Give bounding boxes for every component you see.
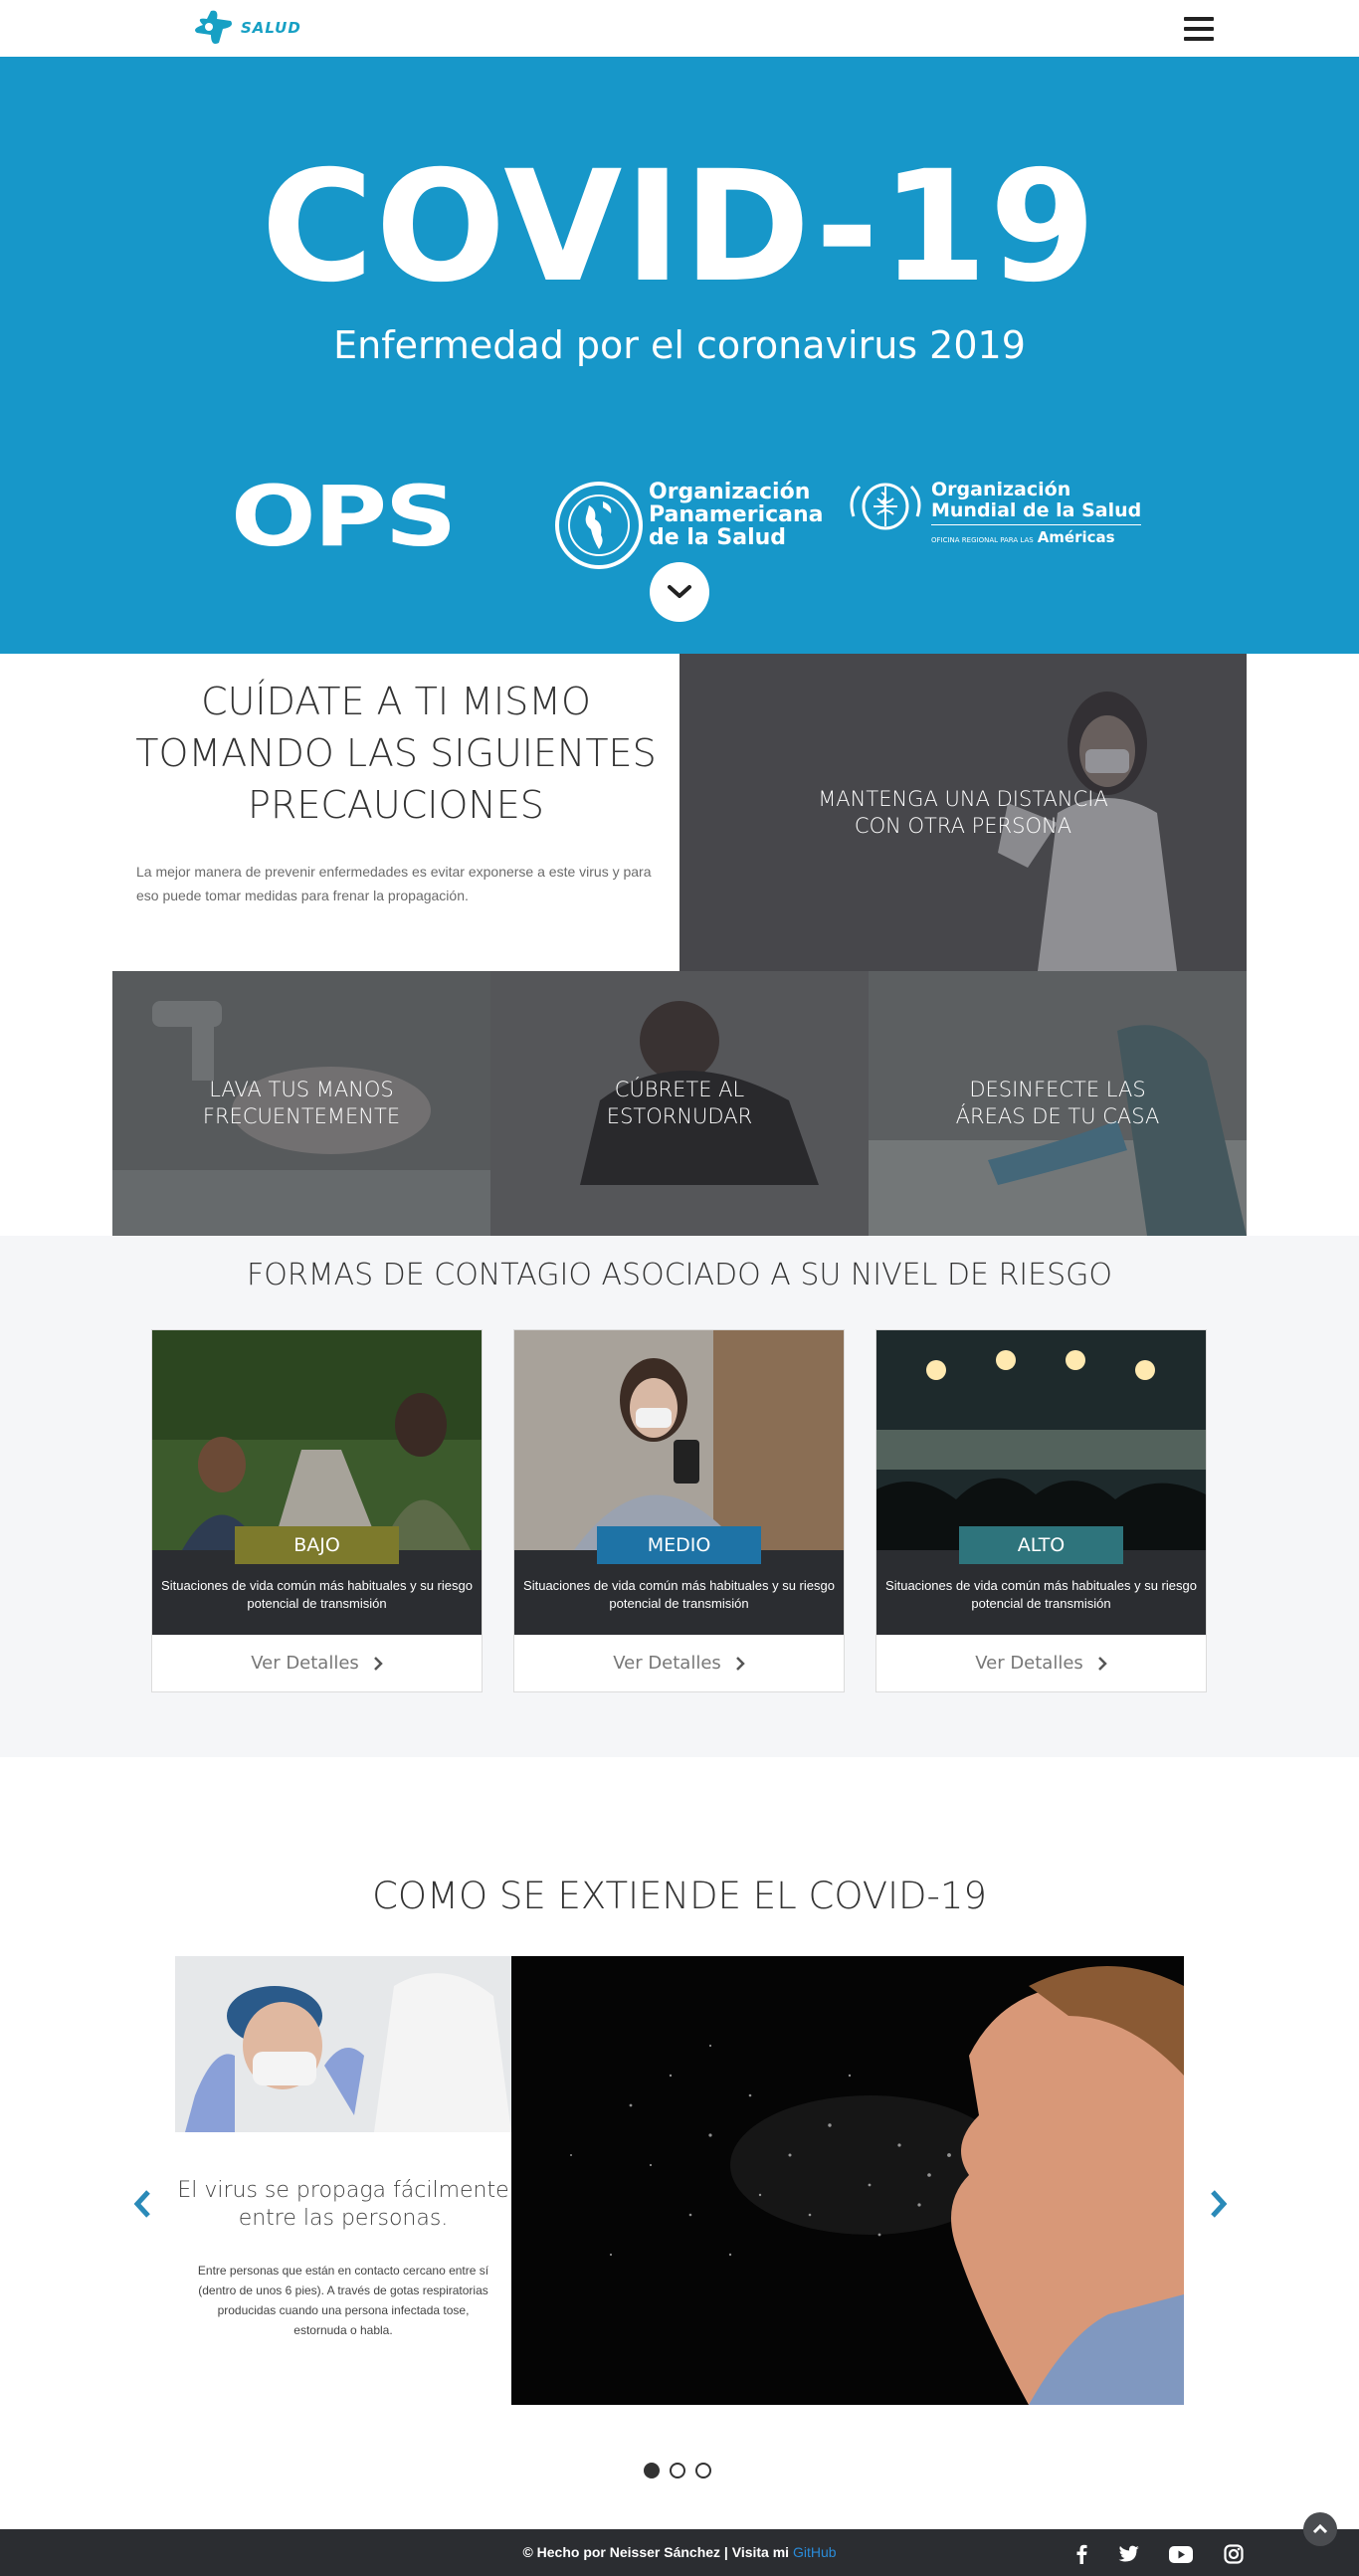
precautions-section: CUÍDATE A TI MISMO TOMANDO LAS SIGUIENTE… <box>112 654 1247 1236</box>
slide-description: Entre personas que están en contacto cer… <box>197 2264 489 2337</box>
footer-credits: © Hecho por Neisser Sánchez | Visita mi … <box>0 2544 1359 2560</box>
risk-card-high-image <box>876 1330 1206 1550</box>
carousel-next-button[interactable] <box>1204 2184 1234 2224</box>
precautions-title: CUÍDATE A TI MISMO TOMANDO LAS SIGUIENTE… <box>135 680 657 827</box>
risk-card-high-details-link[interactable]: Ver Detalles <box>876 1635 1206 1691</box>
carousel-dot-3[interactable] <box>695 2463 711 2478</box>
risk-card-low: BAJO Situaciones de vida común más habit… <box>151 1329 483 1692</box>
risk-card-high-text: Situaciones de vida común más habituales… <box>885 1578 1197 1611</box>
who-regional-name: Américas <box>1037 528 1115 546</box>
carousel-dot-2[interactable] <box>670 2463 685 2478</box>
risk-badge-medium: MEDIO <box>597 1526 761 1564</box>
chevron-left-icon <box>133 2190 150 2218</box>
who-emblem-icon <box>850 483 921 530</box>
tile-disinfect-home-label: DESINFECTE LAS ÁREAS DE TU CASA <box>955 1078 1160 1128</box>
details-link-label: Ver Detalles <box>251 1653 359 1674</box>
youtube-icon[interactable] <box>1168 2541 1194 2567</box>
hero-title: COVID-19 <box>261 138 1098 316</box>
spread-carousel: El virus se propaga fácilmente entre las… <box>175 1956 1184 2405</box>
brand-text: SALUD <box>241 19 301 37</box>
risk-card-medium: MEDIO Situaciones de vida común más habi… <box>513 1329 845 1692</box>
ops-logo: OPS <box>231 468 457 565</box>
risk-title: FORMAS DE CONTAGIO ASOCIADO A SU NIVEL D… <box>246 1258 1113 1292</box>
tile-cover-sneeze-label: CÚBRETE AL ESTORNUDAR <box>606 1078 753 1128</box>
risk-card-medium-text: Situaciones de vida común más habituales… <box>523 1578 835 1611</box>
facebook-icon[interactable] <box>1068 2541 1094 2567</box>
man-sneezing-photo <box>511 1956 1184 2405</box>
footer-made-by: © Hecho por Neisser Sánchez | Visita mi <box>522 2544 793 2560</box>
risk-badge-low: BAJO <box>235 1526 399 1564</box>
medical-cross-icon <box>195 10 232 44</box>
github-link[interactable]: GitHub <box>793 2544 837 2560</box>
who-regional: OFICINA REGIONAL PARA LAS Américas <box>931 524 1142 551</box>
tile-cover-sneeze[interactable]: CÚBRETE AL ESTORNUDAR <box>490 971 869 1236</box>
scroll-down-button[interactable] <box>650 562 709 622</box>
precautions-intro: CUÍDATE A TI MISMO TOMANDO LAS SIGUIENTE… <box>112 654 680 971</box>
tile-keep-distance-label: MANTENGA UNA DISTANCIA CON OTRA PERSONA <box>818 786 1108 838</box>
slide-title: El virus se propaga fácilmente entre las… <box>177 2178 509 2231</box>
paho-name-line-1: Organización <box>649 480 811 504</box>
tile-disinfect-home[interactable]: DESINFECTE LAS ÁREAS DE TU CASA <box>869 971 1247 1236</box>
carousel-indicators <box>644 2463 711 2478</box>
tile-wash-hands-label: LAVA TUS MANOS FRECUENTEMENTE <box>202 1078 401 1128</box>
chevron-right-icon <box>735 1656 745 1671</box>
risk-card-medium-image <box>514 1330 844 1550</box>
chevron-right-icon <box>1097 1656 1107 1671</box>
risk-card-low-details-link[interactable]: Ver Detalles <box>152 1635 482 1691</box>
hamburger-menu-icon[interactable] <box>1184 17 1214 41</box>
paho-name: Organización Panamericana de la Salud <box>649 481 824 549</box>
chevron-down-icon <box>668 585 691 598</box>
paho-name-line-3: de la Salud <box>649 525 787 550</box>
spread-title: COMO SE EXTIENDE EL COVID-19 <box>372 1875 987 1917</box>
risk-card-low-image <box>152 1330 482 1550</box>
chevron-up-icon <box>1312 2523 1328 2534</box>
risk-card-low-text: Situaciones de vida común más habituales… <box>161 1578 473 1611</box>
navbar: SALUD <box>0 0 1359 57</box>
twitter-icon[interactable] <box>1116 2541 1142 2567</box>
who-regional-small: OFICINA REGIONAL PARA LAS <box>931 536 1034 544</box>
back-to-top-button[interactable] <box>1303 2512 1337 2546</box>
tile-keep-distance[interactable]: MANTENGA UNA DISTANCIA CON OTRA PERSONA <box>680 654 1247 971</box>
carousel-prev-button[interactable] <box>127 2184 157 2224</box>
hero-subtitle: Enfermedad por el coronavirus 2019 <box>333 323 1026 367</box>
risk-section: FORMAS DE CONTAGIO ASOCIADO A SU NIVEL D… <box>0 1236 1359 1757</box>
doctors-mask-photo <box>175 1956 511 2132</box>
who-name-line-2: Mundial de la Salud <box>931 499 1142 521</box>
brand-logo[interactable]: SALUD <box>189 7 301 49</box>
hero-banner: COVID-19 Enfermedad por el coronavirus 2… <box>0 57 1359 654</box>
footer: © Hecho por Neisser Sánchez | Visita mi … <box>0 2529 1359 2576</box>
who-name-line-1: Organización <box>931 479 1071 500</box>
precautions-description: La mejor manera de prevenir enfermedades… <box>136 864 652 903</box>
tile-wash-hands[interactable]: LAVA TUS MANOS FRECUENTEMENTE <box>112 971 490 1236</box>
details-link-label: Ver Detalles <box>613 1653 721 1674</box>
risk-badge-high: ALTO <box>959 1526 1123 1564</box>
details-link-label: Ver Detalles <box>975 1653 1083 1674</box>
instagram-icon[interactable] <box>1221 2541 1247 2567</box>
paho-name-line-2: Panamericana <box>649 502 824 527</box>
chevron-right-icon <box>1211 2190 1228 2218</box>
carousel-dot-1[interactable] <box>644 2463 660 2478</box>
risk-card-medium-details-link[interactable]: Ver Detalles <box>514 1635 844 1691</box>
risk-card-high: ALTO Situaciones de vida común más habit… <box>875 1329 1207 1692</box>
who-name: Organización Mundial de la Salud OFICINA… <box>931 479 1142 551</box>
paho-emblem-icon <box>555 482 643 569</box>
chevron-right-icon <box>373 1656 383 1671</box>
